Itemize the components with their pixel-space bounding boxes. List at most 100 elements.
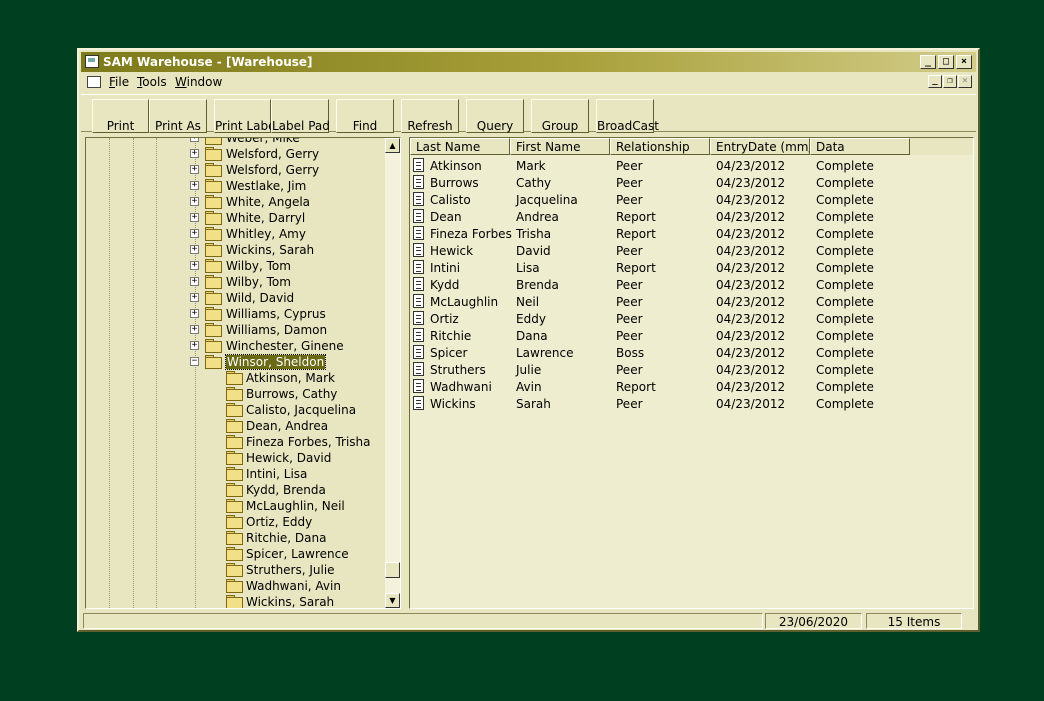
cell-last-name: Wickins [430, 397, 476, 411]
list-row[interactable]: Struthers Julie Peer 04/23/2012 Complete [410, 361, 973, 378]
tree-item[interactable]: + Williams, Cyprus [86, 306, 386, 322]
tree-item[interactable]: + Winchester, Ginene [86, 338, 386, 354]
expand-icon[interactable]: + [190, 245, 199, 254]
tree-child-item[interactable]: Ritchie, Dana [86, 530, 386, 546]
expand-icon[interactable]: + [190, 181, 199, 190]
maximize-button[interactable]: □ [938, 55, 954, 69]
list-row[interactable]: Ritchie Dana Peer 04/23/2012 Complete [410, 327, 973, 344]
group-button[interactable]: Group [531, 99, 589, 133]
cell-last-name: Burrows [430, 176, 479, 190]
broadcast-button[interactable]: BroadCast [596, 99, 659, 133]
list-row[interactable]: Fineza Forbes Trisha Report 04/23/2012 Compl… [410, 225, 973, 242]
list-row[interactable]: Hewick David Peer 04/23/2012 Complete [410, 242, 973, 259]
document-icon [413, 277, 424, 291]
expand-icon[interactable]: + [190, 341, 199, 350]
expand-icon[interactable]: + [190, 261, 199, 270]
expand-icon[interactable]: + [190, 138, 199, 142]
expand-icon[interactable]: + [190, 309, 199, 318]
list-row[interactable]: Calisto Jacquelina Peer 04/23/2012 Complete [410, 191, 973, 208]
tree-child-item[interactable]: Calisto, Jacquelina [86, 402, 386, 418]
tree-scrollbar[interactable]: ▲ ▼ [385, 138, 400, 608]
tree-item[interactable]: + Wickins, Sarah [86, 242, 386, 258]
tree-child-item[interactable]: Spicer, Lawrence [86, 546, 386, 562]
refresh-button[interactable]: Refresh [401, 99, 459, 133]
menu-tools[interactable]: Tools [137, 75, 167, 89]
tree-child-item[interactable]: Wadhwani, Avin [86, 578, 386, 594]
folder-icon [205, 275, 222, 289]
tree-item-label: Whitley, Amy [226, 227, 306, 241]
tree-child-item[interactable]: Struthers, Julie [86, 562, 386, 578]
tree-item[interactable]: + Weber, Mike [86, 138, 386, 146]
column-data[interactable]: Data [810, 138, 910, 155]
tree-item-label: White, Darryl [226, 211, 306, 225]
tree-child-item[interactable]: Wickins, Sarah [86, 594, 386, 608]
list-row[interactable]: Spicer Lawrence Boss 04/23/2012 Complete [410, 344, 973, 361]
label-pad-button[interactable]: Label Pad [271, 99, 330, 133]
list-row[interactable]: Kydd Brenda Peer 04/23/2012 Complete [410, 276, 973, 293]
list-row[interactable]: McLaughlin Neil Peer 04/23/2012 Complete [410, 293, 973, 310]
tree-item[interactable]: − Winsor, Sheldon [86, 354, 386, 370]
tree-item[interactable]: + Wilby, Tom [86, 258, 386, 274]
tree-item[interactable]: + Welsford, Gerry [86, 162, 386, 178]
mdi-minimize-button[interactable]: _ [928, 75, 942, 88]
column-last-name[interactable]: Last Name [410, 138, 510, 155]
expand-icon[interactable]: + [190, 213, 199, 222]
scroll-up-arrow-icon[interactable]: ▲ [385, 138, 400, 153]
folder-icon [205, 163, 222, 177]
list-row[interactable]: Dean Andrea Report 04/23/2012 Complete [410, 208, 973, 225]
collapse-icon[interactable]: − [190, 357, 199, 366]
tree-item[interactable]: + Whitley, Amy [86, 226, 386, 242]
print-label-button[interactable]: Print Label [214, 99, 279, 133]
tree-child-item[interactable]: McLaughlin, Neil [86, 498, 386, 514]
tree-item[interactable]: + White, Angela [86, 194, 386, 210]
menu-file[interactable]: File [109, 75, 129, 89]
expand-icon[interactable]: + [190, 277, 199, 286]
expand-icon[interactable]: + [190, 293, 199, 302]
tree-item[interactable]: + White, Darryl [86, 210, 386, 226]
expand-icon[interactable]: + [190, 165, 199, 174]
tree-child-item[interactable]: Kydd, Brenda [86, 482, 386, 498]
query-button[interactable]: Query [466, 99, 524, 133]
tree-child-item[interactable]: Burrows, Cathy [86, 386, 386, 402]
expand-icon[interactable]: + [190, 197, 199, 206]
tree-item[interactable]: + Westlake, Jim [86, 178, 386, 194]
mdi-close-button[interactable]: × [958, 75, 972, 88]
tree-child-item[interactable]: Ortiz, Eddy [86, 514, 386, 530]
cell-relationship: Peer [616, 295, 643, 309]
folder-icon [205, 355, 222, 369]
find-button[interactable]: Find [336, 99, 394, 133]
column-first-name[interactable]: First Name [510, 138, 610, 155]
print-button[interactable]: Print [92, 99, 149, 133]
list-row[interactable]: Intini Lisa Report 04/23/2012 Complete [410, 259, 973, 276]
mdi-restore-button[interactable]: ❐ [943, 75, 957, 88]
tree-item[interactable]: + Wild, David [86, 290, 386, 306]
menu-window[interactable]: Window [175, 75, 222, 89]
tree-item[interactable]: + Williams, Damon [86, 322, 386, 338]
minimize-button[interactable]: _ [920, 55, 936, 69]
list-row[interactable]: Wadhwani Avin Report 04/23/2012 Complete [410, 378, 973, 395]
tree-item[interactable]: + Welsford, Gerry [86, 146, 386, 162]
tree-child-item[interactable]: Hewick, David [86, 450, 386, 466]
list-row[interactable]: Ortiz Eddy Peer 04/23/2012 Complete [410, 310, 973, 327]
list-row[interactable]: Atkinson Mark Peer 04/23/2012 Complete [410, 157, 973, 174]
tree-child-item[interactable]: Intini, Lisa [86, 466, 386, 482]
tree-item-label: Ritchie, Dana [246, 531, 327, 545]
tree-child-item[interactable]: Dean, Andrea [86, 418, 386, 434]
print-as-button[interactable]: Print As [149, 99, 207, 133]
list-row[interactable]: Burrows Cathy Peer 04/23/2012 Complete [410, 174, 973, 191]
folder-icon [226, 371, 243, 385]
expand-icon[interactable]: + [190, 229, 199, 238]
list-row[interactable]: Wickins Sarah Peer 04/23/2012 Complete [410, 395, 973, 412]
scroll-thumb[interactable] [385, 562, 400, 578]
column-relationship[interactable]: Relationship [610, 138, 710, 155]
column-entry-date[interactable]: EntryDate (mm/... [710, 138, 810, 155]
tree-child-item[interactable]: Fineza Forbes, Trisha [86, 434, 386, 450]
expand-icon[interactable]: + [190, 149, 199, 158]
tree-item[interactable]: + Wilby, Tom [86, 274, 386, 290]
tree-child-item[interactable]: Atkinson, Mark [86, 370, 386, 386]
document-icon[interactable] [87, 76, 101, 88]
title-bar[interactable]: SAM Warehouse - [Warehouse] _ □ × [81, 52, 976, 72]
scroll-down-arrow-icon[interactable]: ▼ [385, 593, 400, 608]
expand-icon[interactable]: + [190, 325, 199, 334]
close-button[interactable]: × [956, 55, 972, 69]
